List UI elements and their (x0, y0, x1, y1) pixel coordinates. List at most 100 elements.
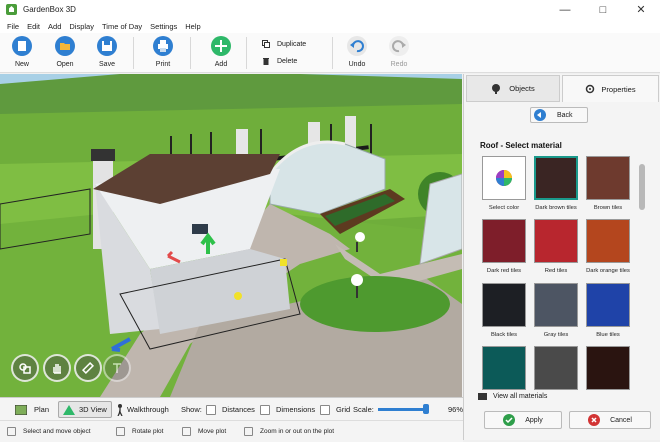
scale-value: 96% (443, 401, 468, 418)
3d-view-button[interactable]: 3D View (58, 401, 112, 418)
material-name: Gray tiles (543, 332, 569, 338)
app-logo-icon (6, 4, 17, 15)
properties-panel: Objects Properties Back Roof - Select ma… (463, 74, 660, 440)
print-label: Print (155, 61, 171, 68)
menu-add[interactable]: Add (48, 22, 61, 31)
swatch (482, 283, 526, 327)
material-dark-wood[interactable] (582, 346, 634, 390)
menu-settings[interactable]: Settings (150, 22, 177, 31)
measure-button[interactable] (74, 354, 102, 382)
save-disk-icon (97, 36, 117, 56)
view-bar: Plan 3D View Walkthrough Show: Distances… (0, 397, 463, 420)
material-name: Select color (488, 205, 520, 211)
redo-button[interactable]: Redo (381, 36, 417, 68)
title-bar: GardenBox 3D — □ ✕ (0, 0, 660, 19)
swatch (534, 156, 578, 200)
swatch (482, 219, 526, 263)
undo-icon (347, 36, 367, 56)
material-name: Blue tiles (596, 332, 620, 338)
pan-mode-button[interactable] (43, 354, 71, 382)
3d-view-label: 3D View (79, 405, 107, 414)
open-button[interactable]: Open (47, 36, 83, 68)
walkthrough-button[interactable]: Walkthrough (111, 401, 174, 418)
checkbox-box (206, 404, 216, 415)
color-wheel-icon (496, 170, 512, 186)
toolbar-divider (246, 37, 247, 69)
status-zoom-text: Zoom in or out on the plot (260, 428, 335, 435)
material-select-color[interactable]: Select color (478, 156, 530, 211)
toolbar-divider (190, 37, 191, 69)
toolbar: New Open Save Print Add Duplicate Delete (0, 33, 660, 73)
material-dark-orange-tiles[interactable]: Dark orange tiles (582, 219, 634, 274)
material-scrollbar[interactable] (639, 164, 645, 210)
material-teal[interactable] (478, 346, 530, 390)
apply-label: Apply (525, 416, 543, 424)
material-granite[interactable] (530, 346, 582, 390)
minimize-icon[interactable]: — (546, 0, 584, 19)
rotate-icon (116, 427, 125, 436)
view-all-materials-link[interactable]: View all materials (478, 392, 547, 401)
dimensions-checkbox[interactable]: Dimensions (255, 401, 320, 418)
material-gray-tiles[interactable]: Gray tiles (530, 283, 582, 338)
scale-text: Scale: (353, 405, 374, 414)
new-label: New (14, 61, 29, 68)
garden-3d-scene[interactable] (0, 74, 462, 397)
back-label: Back (557, 111, 573, 119)
duplicate-button[interactable]: Duplicate (262, 40, 306, 48)
back-arrow-icon (534, 109, 546, 121)
close-icon[interactable]: ✕ (622, 0, 660, 19)
scale-slider-thumb[interactable] (423, 404, 429, 414)
menu-time-of-day[interactable]: Time of Day (102, 22, 142, 31)
print-button[interactable]: Print (145, 36, 181, 68)
cancel-button[interactable]: Cancel (569, 411, 651, 429)
open-label: Open (56, 61, 74, 68)
material-dark-brown-tiles[interactable]: Dark brown tiles (530, 156, 582, 211)
text-tool-button[interactable] (103, 354, 131, 382)
dimensions-label: Dimensions (276, 405, 316, 414)
redo-icon (389, 36, 409, 56)
scale-slider[interactable] (378, 404, 429, 414)
material-black-tiles[interactable]: Black tiles (478, 283, 530, 338)
toolbar-divider (133, 37, 134, 69)
material-name: Dark red tiles (486, 268, 522, 274)
plan-view-button[interactable]: Plan (10, 401, 54, 418)
material-dark-red-tiles[interactable]: Dark red tiles (478, 219, 530, 274)
tab-objects-label: Objects (509, 84, 535, 93)
delete-button[interactable]: Delete (262, 57, 297, 65)
tab-objects[interactable]: Objects (466, 75, 560, 102)
material-name: Dark orange tiles (586, 268, 630, 274)
maximize-icon[interactable]: □ (584, 0, 622, 19)
material-red-tiles[interactable]: Red tiles (530, 219, 582, 274)
status-rotate: Rotate plot (116, 427, 163, 436)
swatch (534, 346, 578, 390)
menu-help[interactable]: Help (185, 22, 200, 31)
material-brown-tiles[interactable]: Brown tiles (582, 156, 634, 211)
cancel-label: Cancel (610, 416, 632, 424)
menu-edit[interactable]: Edit (27, 22, 40, 31)
undo-button[interactable]: Undo (339, 36, 375, 68)
save-button[interactable]: Save (89, 36, 125, 68)
apply-button[interactable]: Apply (484, 411, 562, 429)
delete-label: Delete (277, 57, 298, 65)
swatch (586, 346, 630, 390)
cursor-icon (7, 427, 16, 436)
menu-display[interactable]: Display (69, 22, 94, 31)
tab-properties[interactable]: Properties (562, 75, 659, 102)
material-blue-tiles[interactable]: Blue tiles (582, 283, 634, 338)
distances-checkbox[interactable]: Distances (201, 401, 260, 418)
x-circle-icon (588, 414, 601, 426)
back-button[interactable]: Back (530, 107, 588, 123)
3d-viewport[interactable] (0, 74, 462, 397)
swatch (586, 156, 630, 200)
shapes-icon (19, 363, 31, 374)
add-button[interactable]: Add (203, 36, 239, 68)
zoom-icon (244, 427, 253, 436)
trash-icon (263, 58, 269, 65)
ruler-icon (81, 361, 95, 375)
menu-file[interactable]: File (7, 22, 19, 31)
gear-icon (586, 84, 595, 94)
new-button[interactable]: New (4, 36, 40, 68)
scale-value-text: 96% (448, 405, 464, 414)
select-mode-button[interactable] (11, 354, 39, 382)
open-folder-icon (55, 36, 75, 56)
